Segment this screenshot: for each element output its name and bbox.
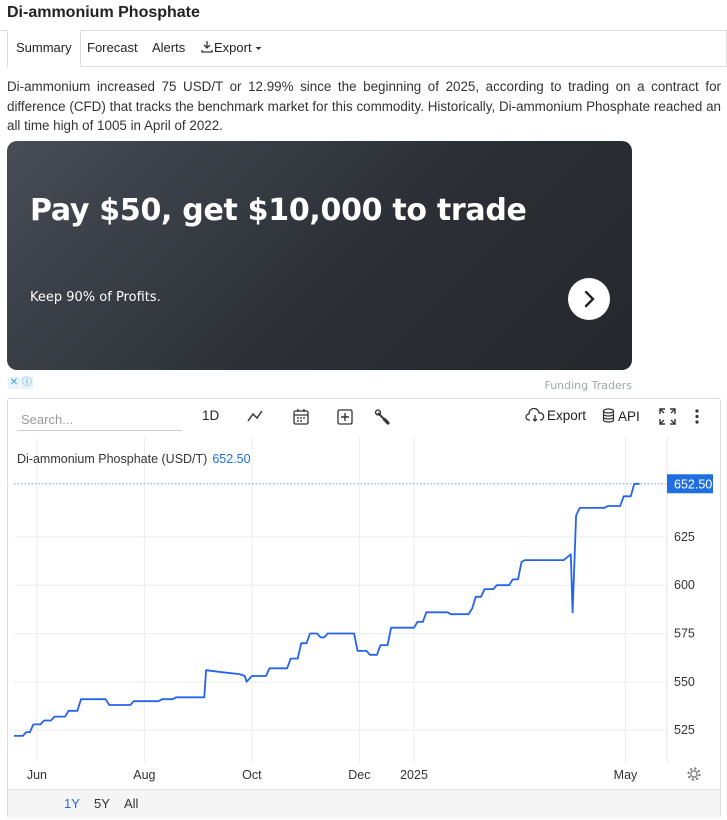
fullscreen-icon[interactable] xyxy=(659,408,676,425)
series-legend: Di-ammonium Phosphate (USD/T) 652.50 xyxy=(17,452,251,466)
range-all-button[interactable]: All xyxy=(124,796,138,811)
title-bar: Di-ammonium Phosphate xyxy=(0,0,727,31)
tab-bar: Summary Forecast Alerts Export xyxy=(7,30,727,67)
tab-alerts[interactable]: Alerts xyxy=(152,30,185,66)
ad-next-button[interactable] xyxy=(568,278,610,320)
x-tick-label: May xyxy=(614,768,638,782)
x-tick-label: Aug xyxy=(133,768,155,782)
last-value-badge: 652.50 xyxy=(674,477,712,491)
range-1y-button[interactable]: 1Y xyxy=(64,796,80,811)
api-label: API xyxy=(618,409,640,424)
tab-forecast[interactable]: Forecast xyxy=(87,30,138,66)
y-tick-label: 600 xyxy=(674,578,695,592)
range-bar: 1Y 5Y All xyxy=(8,789,720,818)
tab-summary[interactable]: Summary xyxy=(7,30,81,67)
ad-headline: Pay $50, get $10,000 to trade xyxy=(30,193,527,228)
more-vertical-icon[interactable] xyxy=(693,408,701,425)
price-chart[interactable]: Jun Aug Oct Dec 2025 May 525 550 575 600 625 652.… xyxy=(8,437,720,789)
series-line xyxy=(14,482,640,737)
line-chart-icon[interactable] xyxy=(246,408,264,424)
chart-export-button[interactable]: Export xyxy=(525,407,587,423)
y-tick-label: 525 xyxy=(674,723,695,737)
chevron-right-icon xyxy=(584,290,595,308)
tab-export-label: Export xyxy=(214,40,252,55)
description-text: Di-ammonium increased 75 USD/T or 12.99%… xyxy=(7,79,721,133)
series-legend-label: Di-ammonium Phosphate (USD/T) xyxy=(17,452,207,466)
search-input[interactable] xyxy=(17,409,182,431)
settings-gear-icon[interactable] xyxy=(687,767,701,781)
ad-subtext: Keep 90% of Profits. xyxy=(30,290,161,305)
y-tick-label: 625 xyxy=(674,530,695,544)
series-legend-value: 652.50 xyxy=(212,452,250,466)
caret-down-icon xyxy=(255,47,262,50)
y-tick-label: 550 xyxy=(674,675,695,689)
range-5y-button[interactable]: 5Y xyxy=(94,796,110,811)
compare-plus-icon[interactable] xyxy=(336,408,354,426)
interval-button[interactable]: 1D xyxy=(202,408,219,423)
y-tick-label: 575 xyxy=(674,627,695,641)
chart-widget: 1D Export API Jun Aug Oct Dec 2025 May 525 550… xyxy=(7,398,721,818)
chart-toolbar: 1D Export API xyxy=(8,399,720,435)
cloud-download-icon xyxy=(525,407,545,422)
x-tick-label: Dec xyxy=(348,768,370,782)
x-tick-label: 2025 xyxy=(400,768,428,782)
close-ad-icon[interactable]: ✕ xyxy=(8,377,20,389)
ad-controls: ✕ ⓘ xyxy=(8,377,34,390)
download-icon xyxy=(201,41,213,53)
chart-export-label: Export xyxy=(547,408,587,423)
tab-export[interactable]: Export xyxy=(200,30,263,66)
database-icon xyxy=(602,408,615,423)
ad-banner[interactable]: Pay $50, get $10,000 to trade Keep 90% o… xyxy=(7,141,632,370)
x-tick-label: Oct xyxy=(242,768,262,782)
ad-sponsor: Funding Traders xyxy=(544,379,632,392)
calendar-icon[interactable] xyxy=(292,408,310,426)
page-title: Di-ammonium Phosphate xyxy=(7,4,200,21)
x-tick-label: Jun xyxy=(27,768,47,782)
wrench-icon[interactable] xyxy=(374,408,392,426)
api-button[interactable]: API xyxy=(602,408,640,424)
ad-info-icon[interactable]: ⓘ xyxy=(21,377,33,389)
